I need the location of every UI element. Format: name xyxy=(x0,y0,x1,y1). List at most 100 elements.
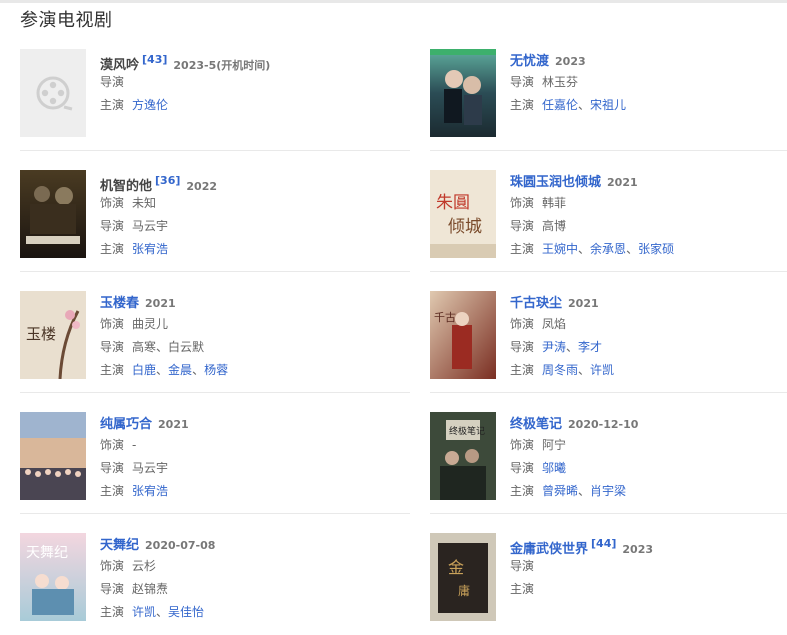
tv-title-link[interactable]: 纯属巧合 xyxy=(100,417,152,432)
cast-name[interactable]: 金晨 xyxy=(168,363,192,377)
role-label: 饰演 xyxy=(100,196,125,210)
role-value: 阿宁 xyxy=(542,438,567,452)
director-label: 导演 xyxy=(510,559,535,573)
role-line: 饰演 凤焰 xyxy=(510,313,787,336)
director-name: 赵锦焘 xyxy=(132,582,169,596)
title-line: 机智的他 [36] 2022 xyxy=(100,170,400,194)
name-separator: 、 xyxy=(578,98,591,112)
director-label: 导演 xyxy=(510,340,535,354)
role-value: 曲灵儿 xyxy=(132,317,169,331)
director-name: 马云宇 xyxy=(132,461,169,475)
release-date: 2021 xyxy=(568,297,599,310)
tv-title-link[interactable]: 千古玦尘 xyxy=(510,296,562,311)
tv-info: 千古玦尘 2021 饰演 凤焰 导演 尹涛、李才 主演 周冬雨、许凯 xyxy=(510,291,787,382)
cast-name[interactable]: 肖宇梁 xyxy=(590,484,626,498)
cast-name[interactable]: 杨蓉 xyxy=(204,363,228,377)
director-label: 导演 xyxy=(100,219,125,233)
director-name[interactable]: 尹涛 xyxy=(542,340,566,354)
director-line: 导演 高博 xyxy=(510,215,787,238)
poster-image[interactable]: 朱圓 倾城 xyxy=(430,170,496,258)
name-separator: 、 xyxy=(156,340,169,354)
director-label: 导演 xyxy=(100,340,125,354)
tv-info: 终极笔记 2020-12-10 饰演 阿宁 导演 邬曦 主演 曾舜晞、肖宇梁 xyxy=(510,412,787,503)
director-name[interactable]: 邬曦 xyxy=(542,461,566,475)
title-line: 无忧渡 2023 xyxy=(510,49,787,71)
cast-name[interactable]: 余承恩 xyxy=(590,242,626,256)
director-label: 导演 xyxy=(100,461,125,475)
director-line: 导演 林玉芬 xyxy=(510,71,787,94)
director-name: 高博 xyxy=(542,219,567,233)
role-value: 凤焰 xyxy=(542,317,567,331)
tv-info: 纯属巧合 2021 饰演 - 导演 马云宇 主演 张宥浩 xyxy=(100,412,400,503)
title-line: 漠风吟 [43] 2023-5(开机时间) xyxy=(100,49,400,73)
role-label: 饰演 xyxy=(510,196,535,210)
cast-name[interactable]: 王婉中 xyxy=(542,242,578,256)
release-date: 2020-12-10 xyxy=(568,418,639,431)
role-label: 饰演 xyxy=(510,317,535,331)
poster-image[interactable] xyxy=(20,170,86,258)
cast-name[interactable]: 张家硕 xyxy=(638,242,674,256)
director-name[interactable]: 李才 xyxy=(578,340,602,354)
tv-title-link[interactable]: 玉楼春 xyxy=(100,296,139,311)
grid-row: 纯属巧合 2021 饰演 - 导演 马云宇 主演 张宥浩 终极笔记 终极笔记 2020-12-10 饰… xyxy=(0,393,787,514)
tv-title-link[interactable]: 无忧渡 xyxy=(510,54,549,69)
tv-title-link[interactable]: 天舞纪 xyxy=(100,538,139,553)
name-separator: 、 xyxy=(578,484,591,498)
role-value: 韩菲 xyxy=(542,196,567,210)
title-line: 终极笔记 2020-12-10 xyxy=(510,412,787,434)
tv-info: 无忧渡 2023 导演 林玉芬 主演 任嘉伦、宋祖儿 xyxy=(510,49,787,117)
director-label: 导演 xyxy=(510,461,535,475)
cast-name[interactable]: 吴佳怡 xyxy=(168,605,204,619)
tv-info: 珠圆玉润也倾城 2021 饰演 韩菲 导演 高博 主演 王婉中、余承恩、张家硕 xyxy=(510,170,787,261)
poster-image[interactable] xyxy=(20,49,86,137)
grid-row: 玉楼 玉楼春 2021 饰演 曲灵儿 导演 高寒、白云默 主演 白鹿、金晨、杨蓉 千古 千古玦尘 20… xyxy=(0,272,787,393)
svg-text:玉楼: 玉楼 xyxy=(26,325,56,343)
director-label: 导演 xyxy=(100,75,125,89)
role-label: 饰演 xyxy=(100,317,125,331)
cast-name[interactable]: 任嘉伦 xyxy=(542,98,578,112)
cast-line: 主演 张宥浩 xyxy=(100,238,400,261)
title-line: 天舞纪 2020-07-08 xyxy=(100,533,400,555)
reference-link[interactable]: [44] xyxy=(591,537,616,550)
tv-title-link[interactable]: 终极笔记 xyxy=(510,417,562,432)
cast-name[interactable]: 宋祖儿 xyxy=(590,98,626,112)
svg-text:庸: 庸 xyxy=(458,583,470,598)
cast-name[interactable]: 方逸伦 xyxy=(132,98,168,112)
role-label: 饰演 xyxy=(100,559,125,573)
poster-image[interactable]: 千古 xyxy=(430,291,496,379)
cast-line: 主演 xyxy=(510,578,787,601)
director-label: 导演 xyxy=(100,582,125,596)
cast-line: 主演 曾舜晞、肖宇梁 xyxy=(510,480,787,503)
reference-link[interactable]: [36] xyxy=(155,174,180,187)
cast-name[interactable]: 白鹿 xyxy=(132,363,156,377)
cast-name[interactable]: 曾舜晞 xyxy=(542,484,578,498)
director-line: 导演 尹涛、李才 xyxy=(510,336,787,359)
cast-label: 主演 xyxy=(510,363,535,377)
title-line: 珠圆玉润也倾城 2021 xyxy=(510,170,787,192)
cast-label: 主演 xyxy=(510,582,535,596)
tv-info: 金庸武侠世界 [44] 2023 导演 主演 xyxy=(510,533,787,601)
tv-title-link[interactable]: 珠圆玉润也倾城 xyxy=(510,175,601,190)
release-date: 2023 xyxy=(622,543,654,556)
reference-link[interactable]: [43] xyxy=(142,53,167,66)
cast-name[interactable]: 张宥浩 xyxy=(132,242,168,256)
name-separator: 、 xyxy=(578,363,591,377)
cast-label: 主演 xyxy=(510,484,535,498)
cast-name[interactable]: 张宥浩 xyxy=(132,484,168,498)
poster-image[interactable]: 玉楼 xyxy=(20,291,86,379)
director-line: 导演 xyxy=(100,71,400,94)
poster-image[interactable] xyxy=(20,412,86,500)
role-label: 饰演 xyxy=(100,438,125,452)
poster-image[interactable]: 金庸 xyxy=(430,533,496,621)
cast-name[interactable]: 周冬雨 xyxy=(542,363,578,377)
poster-image[interactable] xyxy=(430,49,496,137)
poster-image[interactable]: 天舞纪 xyxy=(20,533,86,621)
cast-label: 主演 xyxy=(100,242,125,256)
release-date: 2023-5(开机时间) xyxy=(173,59,271,72)
tv-info: 玉楼春 2021 饰演 曲灵儿 导演 高寒、白云默 主演 白鹿、金晨、杨蓉 xyxy=(100,291,400,382)
title-line: 纯属巧合 2021 xyxy=(100,412,400,434)
poster-image[interactable]: 终极笔记 xyxy=(430,412,496,500)
role-line: 饰演 云杉 xyxy=(100,555,400,578)
cast-name[interactable]: 许凯 xyxy=(590,363,614,377)
cast-name[interactable]: 许凯 xyxy=(132,605,156,619)
